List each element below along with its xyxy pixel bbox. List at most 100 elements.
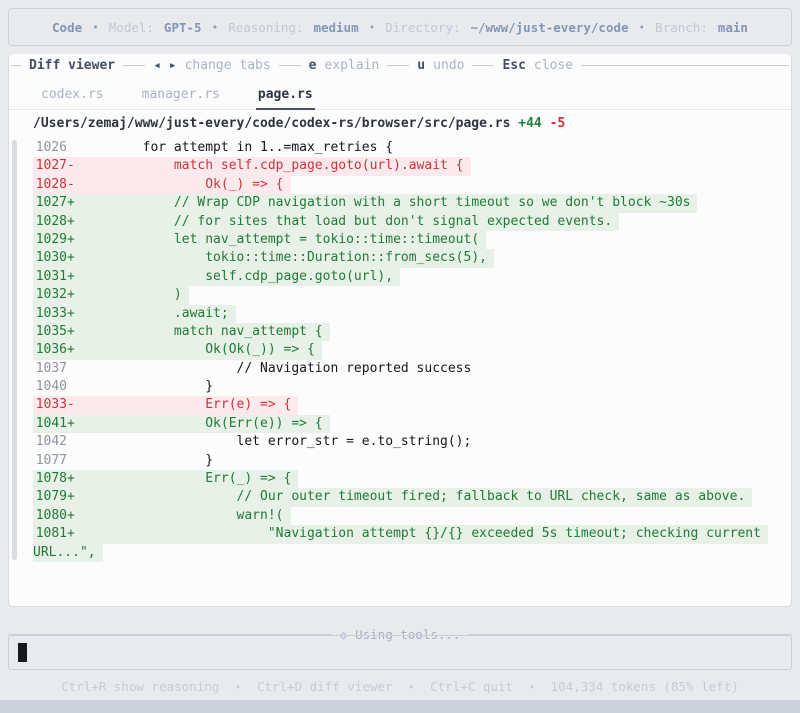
line-number: 1040: [35, 379, 67, 395]
directory-label: Directory:: [385, 19, 461, 35]
diff-viewer-titlebar: Diff viewer ◂ ▸ change tabs e explain u …: [9, 54, 791, 76]
diff-scrollbar[interactable]: [12, 140, 17, 560]
diff-line: 1035+ match nav_attempt {: [9, 322, 791, 342]
diff-viewer-panel: Diff viewer ◂ ▸ change tabs e explain u …: [8, 54, 792, 607]
tab-manager-rs[interactable]: manager.rs: [140, 87, 222, 110]
diff-line: 1077 }: [9, 452, 791, 470]
diff-line: 1030+ tokio::time::Duration::from_secs(5…: [9, 249, 791, 268]
diff-sign: +: [67, 250, 75, 266]
diff-viewer-hint: Ctrl+D diff viewer: [256, 679, 393, 694]
reasoning-value: medium: [313, 19, 359, 35]
line-number: 1027: [35, 158, 67, 174]
diff-sign: +: [67, 342, 75, 358]
code-text: Err(_) => {: [80, 471, 292, 487]
reasoning-label: Reasoning:: [228, 19, 304, 35]
tab-codex-rs[interactable]: codex.rs: [39, 87, 106, 110]
diff-sign: +: [67, 287, 75, 303]
model-label: Model:: [108, 19, 154, 35]
diff-line: 1033- Err(e) => {: [9, 396, 791, 415]
code-text: Ok(Err(e)) => {: [80, 415, 323, 431]
tab-page-rs[interactable]: page.rs: [255, 87, 315, 110]
line-number: 1029: [35, 231, 67, 247]
text-cursor: [18, 643, 27, 662]
diff-sign: -: [67, 397, 75, 413]
line-number: 1033: [35, 305, 67, 321]
code-text: }: [80, 452, 214, 468]
message-input[interactable]: [8, 635, 792, 670]
diff-line: 1031+ self.cdp_page.goto(url),: [9, 267, 791, 287]
code-text: }: [80, 379, 214, 395]
model-value: GPT-5: [163, 19, 202, 35]
line-number: 1041: [35, 415, 67, 431]
code-text: .await;: [80, 305, 229, 321]
diff-line: 1037 // Navigation reported success: [9, 360, 791, 378]
diff-line: 1027- match self.cdp_page.goto(url).awai…: [9, 157, 791, 176]
bullet-separator-icon: •: [92, 20, 99, 34]
line-number: 1032: [35, 287, 67, 303]
diff-line: 1032+ ): [9, 286, 791, 305]
bullet-separator-icon: •: [368, 20, 376, 34]
directory-value: ~/www/just-every/code: [470, 19, 629, 35]
footer-hints: Ctrl+R show reasoning • Ctrl+D diff view…: [0, 679, 800, 694]
token-usage: 104,334 tokens (85% left): [550, 679, 739, 694]
change-tabs-key-icon: ◂ ▸: [153, 57, 177, 73]
diff-sign: +: [67, 305, 75, 321]
show-reasoning-hint: Ctrl+R show reasoning: [61, 679, 220, 694]
code-text: match self.cdp_page.goto(url).await {: [80, 158, 464, 174]
line-number: 1031: [35, 268, 67, 284]
code-text: let error_str = e.to_string();: [80, 434, 472, 450]
code-text: Ok(_) => {: [80, 176, 284, 192]
window-bottom-strip: [0, 700, 800, 713]
diff-line: 1042 let error_str = e.to_string();: [9, 433, 791, 451]
code-text: "Navigation attempt {}/{} exceeded 5s ti…: [80, 526, 761, 542]
border-dash: [278, 64, 301, 66]
bullet-separator-icon: •: [638, 20, 646, 34]
diff-sign: +: [67, 268, 75, 284]
line-number: 1037: [35, 360, 67, 376]
diff-content: 1026 for attempt in 1..=max_retries {102…: [9, 131, 791, 562]
undo-key: u: [417, 57, 426, 73]
line-number: 1028: [35, 176, 67, 192]
undo-hint: undo: [433, 57, 465, 73]
code-text: match nav_attempt {: [80, 323, 323, 339]
line-number: 1042: [35, 434, 67, 450]
deletions-count: -5: [549, 116, 566, 131]
diff-sign: +: [67, 323, 75, 339]
border-dash: [387, 64, 410, 66]
line-number: 1078: [35, 471, 67, 487]
diff-sign: +: [67, 213, 75, 229]
line-number: 1030: [35, 250, 67, 266]
line-number: 1077: [35, 452, 67, 468]
diff-line: 1079+ // Our outer timeout fired; fallba…: [9, 488, 791, 507]
additions-count: +44: [518, 116, 542, 131]
diff-line: 1033+ .await;: [9, 304, 791, 323]
line-number: 1028: [35, 213, 67, 229]
diff-sign: +: [67, 195, 75, 211]
code-text: Ok(Ok(_)) => {: [80, 342, 315, 358]
diff-sign: +: [67, 507, 75, 523]
code-text: for attempt in 1..=max_retries {: [80, 140, 394, 155]
line-number: 1033: [35, 397, 67, 413]
border-dash: [581, 64, 789, 66]
quit-hint: Ctrl+C quit: [430, 679, 513, 694]
file-tabbar: codex.rs manager.rs page.rs: [9, 76, 791, 110]
bullet-separator-icon: •: [407, 681, 415, 694]
line-number: 1079: [35, 489, 67, 505]
border-dash: [11, 64, 21, 66]
esc-key: Esc: [502, 57, 526, 73]
close-hint: close: [533, 57, 574, 73]
diff-sign: -: [67, 158, 75, 174]
diff-line: 1041+ Ok(Err(e)) => {: [9, 414, 791, 434]
diff-line: 1078+ Err(_) => {: [9, 470, 791, 489]
explain-key: e: [308, 57, 317, 73]
diff-line: 1027+ // Wrap CDP navigation with a shor…: [9, 194, 791, 213]
diff-line: 1028- Ok(_) => {: [9, 175, 791, 195]
app-name: Code: [52, 19, 83, 35]
code-text: let nav_attempt = tokio::time::timeout(: [80, 231, 480, 247]
code-text: // Our outer timeout fired; fallback to …: [80, 489, 746, 505]
session-status-bar: Code • Model: GPT-5 • Reasoning: medium …: [8, 8, 792, 46]
explain-hint: explain: [324, 57, 380, 73]
line-number: 1027: [35, 195, 67, 211]
diff-sign: +: [67, 489, 75, 505]
code-text: URL...",: [33, 544, 96, 560]
